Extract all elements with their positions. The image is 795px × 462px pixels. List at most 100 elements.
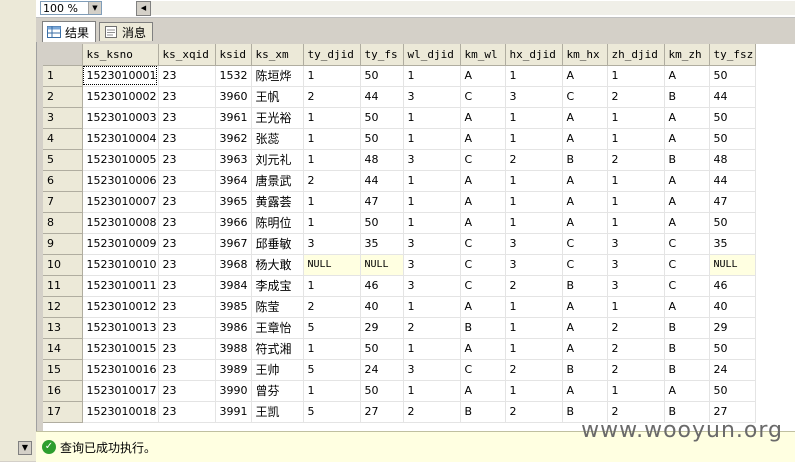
cell-ks_xqid[interactable]: 23 (158, 254, 216, 276)
cell-ty_fsz[interactable]: 50 (709, 212, 756, 234)
cell-ksid[interactable]: 3964 (215, 170, 252, 192)
column-header-ksid[interactable]: ksid (215, 44, 252, 66)
cell-ty_fsz[interactable]: 29 (709, 317, 756, 339)
cell-ks_xm[interactable]: 王帅 (251, 359, 304, 381)
cell-ksid[interactable]: 3984 (215, 275, 252, 297)
cell-ks_ksno[interactable]: 1523010016 (82, 359, 159, 381)
cell-zh_djid[interactable]: 2 (607, 86, 665, 108)
table-row[interactable]: 1 1523010001 23 1532 陈垣烨 1 50 1 A 1 A 1 A 50 (43, 65, 756, 87)
cell-km_hx[interactable]: C (562, 86, 608, 108)
cell-km_zh[interactable]: C (664, 254, 710, 276)
row-number[interactable]: 9 (43, 233, 83, 255)
cell-km_zh[interactable]: B (664, 359, 710, 381)
cell-km_wl[interactable]: C (460, 233, 506, 255)
select-all-corner[interactable] (43, 44, 83, 66)
row-number[interactable]: 3 (43, 107, 83, 129)
cell-ty_fsz[interactable]: 47 (709, 191, 756, 213)
cell-km_wl[interactable]: A (460, 380, 506, 402)
cell-ksid[interactable]: 3989 (215, 359, 252, 381)
cell-ksid[interactable]: 3991 (215, 401, 252, 423)
table-row[interactable]: 13 1523010013 23 3986 王章怡 5 29 2 B 1 A 2 B 29 (43, 317, 756, 339)
column-header-km_wl[interactable]: km_wl (460, 44, 506, 66)
row-number[interactable]: 16 (43, 380, 83, 402)
cell-ks_ksno[interactable]: 1523010004 (82, 128, 159, 150)
cell-ks_ksno[interactable]: 1523010010 (82, 254, 159, 276)
column-header-ty_fs[interactable]: ty_fs (360, 44, 404, 66)
cell-ty_djid[interactable]: 2 (303, 170, 361, 192)
table-row[interactable]: 16 1523010017 23 3990 曾芬 1 50 1 A 1 A 1 A 50 (43, 380, 756, 402)
cell-km_wl[interactable]: A (460, 65, 506, 87)
cell-hx_djid[interactable]: 1 (505, 128, 563, 150)
table-row[interactable]: 7 1523010007 23 3965 黄露荟 1 47 1 A 1 A 1 A 47 (43, 191, 756, 213)
cell-ty_fs[interactable]: 47 (360, 191, 404, 213)
cell-ty_djid[interactable]: 5 (303, 317, 361, 339)
cell-wl_djid[interactable]: 1 (403, 170, 461, 192)
column-header-ks_ksno[interactable]: ks_ksno (82, 44, 159, 66)
cell-ty_fsz[interactable]: 50 (709, 65, 756, 87)
cell-ks_xm[interactable]: 杨大敢 (251, 254, 304, 276)
cell-hx_djid[interactable]: 2 (505, 401, 563, 423)
cell-ty_fs[interactable]: 27 (360, 401, 404, 423)
cell-km_hx[interactable]: A (562, 65, 608, 87)
cell-zh_djid[interactable]: 2 (607, 359, 665, 381)
row-number[interactable]: 5 (43, 149, 83, 171)
cell-ty_fsz[interactable]: NULL (709, 254, 756, 276)
cell-hx_djid[interactable]: 2 (505, 149, 563, 171)
cell-km_hx[interactable]: A (562, 128, 608, 150)
tab-messages[interactable]: 消息 (99, 22, 154, 41)
cell-zh_djid[interactable]: 1 (607, 65, 665, 87)
cell-ty_djid[interactable]: 1 (303, 191, 361, 213)
cell-zh_djid[interactable]: 1 (607, 380, 665, 402)
cell-hx_djid[interactable]: 3 (505, 86, 563, 108)
cell-ksid[interactable]: 3965 (215, 191, 252, 213)
cell-hx_djid[interactable]: 2 (505, 359, 563, 381)
cell-ty_fs[interactable]: 50 (360, 212, 404, 234)
zoom-select[interactable]: 100 % ▼ (40, 1, 102, 15)
cell-ksid[interactable]: 3963 (215, 149, 252, 171)
cell-km_zh[interactable]: A (664, 212, 710, 234)
cell-ks_ksno[interactable]: 1523010017 (82, 380, 159, 402)
cell-zh_djid[interactable]: 1 (607, 296, 665, 318)
cell-ty_fs[interactable]: 48 (360, 149, 404, 171)
cell-ty_fsz[interactable]: 44 (709, 86, 756, 108)
cell-km_zh[interactable]: B (664, 149, 710, 171)
cell-km_zh[interactable]: A (664, 107, 710, 129)
cell-km_hx[interactable]: B (562, 149, 608, 171)
cell-ks_xm[interactable]: 李成宝 (251, 275, 304, 297)
cell-ty_djid[interactable]: 5 (303, 359, 361, 381)
chevron-down-icon[interactable]: ▼ (88, 2, 101, 14)
cell-ks_xqid[interactable]: 23 (158, 275, 216, 297)
cell-ksid[interactable]: 3966 (215, 212, 252, 234)
cell-ks_ksno[interactable]: 1523010005 (82, 149, 159, 171)
cell-ks_ksno[interactable]: 1523010009 (82, 233, 159, 255)
cell-km_wl[interactable]: A (460, 296, 506, 318)
cell-ks_xqid[interactable]: 23 (158, 338, 216, 360)
cell-ty_fsz[interactable]: 24 (709, 359, 756, 381)
cell-ks_xqid[interactable]: 23 (158, 233, 216, 255)
cell-hx_djid[interactable]: 1 (505, 296, 563, 318)
cell-wl_djid[interactable]: 1 (403, 128, 461, 150)
cell-ty_fs[interactable]: NULL (360, 254, 404, 276)
cell-km_wl[interactable]: C (460, 86, 506, 108)
cell-km_wl[interactable]: A (460, 212, 506, 234)
column-header-wl_djid[interactable]: wl_djid (403, 44, 461, 66)
cell-ks_xm[interactable]: 邱垂敏 (251, 233, 304, 255)
table-row[interactable]: 3 1523010003 23 3961 王光裕 1 50 1 A 1 A 1 A 50 (43, 107, 756, 129)
row-number[interactable]: 17 (43, 401, 83, 423)
cell-ks_xm[interactable]: 王帆 (251, 86, 304, 108)
cell-ty_djid[interactable]: 1 (303, 149, 361, 171)
cell-ks_xqid[interactable]: 23 (158, 401, 216, 423)
column-header-ks_xm[interactable]: ks_xm (251, 44, 304, 66)
cell-wl_djid[interactable]: 3 (403, 254, 461, 276)
cell-ty_fs[interactable]: 29 (360, 317, 404, 339)
horizontal-scrollbar[interactable] (151, 1, 795, 15)
cell-ks_xqid[interactable]: 23 (158, 149, 216, 171)
cell-ks_xqid[interactable]: 23 (158, 170, 216, 192)
cell-ty_fsz[interactable]: 50 (709, 380, 756, 402)
cell-ty_djid[interactable]: 5 (303, 401, 361, 423)
cell-ks_xqid[interactable]: 23 (158, 107, 216, 129)
row-number[interactable]: 14 (43, 338, 83, 360)
cell-ty_djid[interactable]: 2 (303, 86, 361, 108)
table-row[interactable]: 14 1523010015 23 3988 符式湘 1 50 1 A 1 A 2 B 50 (43, 338, 756, 360)
cell-zh_djid[interactable]: 1 (607, 191, 665, 213)
